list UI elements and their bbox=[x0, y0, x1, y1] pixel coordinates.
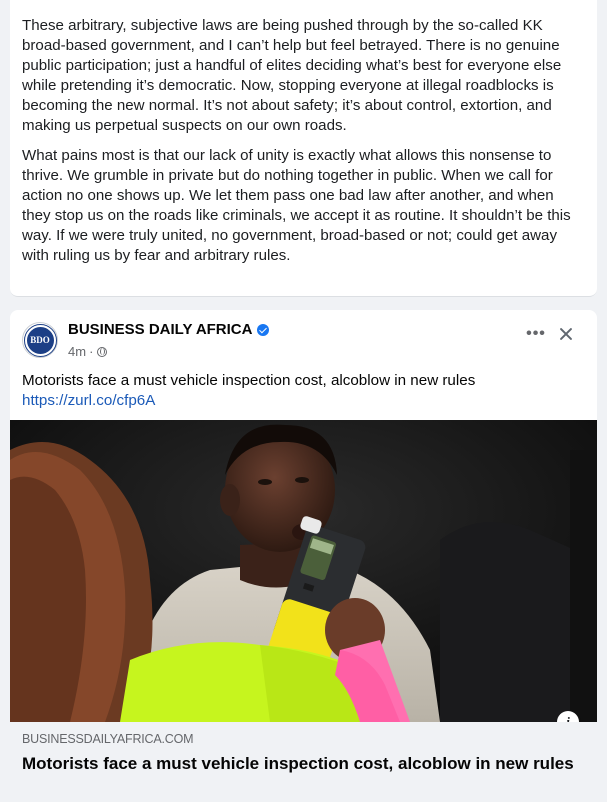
post-paragraph-2: What pains most is that our lack of unit… bbox=[22, 147, 571, 264]
link-preview[interactable]: BUSINESSDAILYAFRICA.COM Motorists face a… bbox=[10, 722, 597, 802]
globe-icon[interactable] bbox=[97, 346, 108, 357]
article-photo[interactable] bbox=[10, 420, 597, 722]
preview-headline: Motorists face a must vehicle inspection… bbox=[22, 754, 574, 773]
verified-badge-icon bbox=[257, 323, 270, 336]
page-logo: BDO bbox=[23, 323, 57, 357]
post-timestamp[interactable]: 4m bbox=[68, 344, 86, 359]
meta-separator: · bbox=[89, 344, 94, 359]
close-icon[interactable] bbox=[556, 324, 576, 344]
post-meta: 4m · bbox=[68, 344, 108, 359]
shared-post-text: Motorists face a must vehicle inspection… bbox=[22, 372, 476, 389]
shared-post-card: BDO BUSINESS DAILY AFRICA 4m · ••• Motor… bbox=[10, 310, 597, 802]
preview-domain: BUSINESSDAILYAFRICA.COM bbox=[22, 732, 194, 746]
shared-post-link[interactable]: https://zurl.co/cfp6A bbox=[22, 391, 155, 411]
post-body: These arbitrary, subjective laws are bei… bbox=[10, 0, 597, 297]
page-name-link[interactable]: BUSINESS DAILY AFRICA bbox=[68, 321, 270, 338]
breathalyzer-test-photo bbox=[10, 420, 597, 722]
page-name: BUSINESS DAILY AFRICA bbox=[68, 321, 253, 338]
page-avatar[interactable]: BDO bbox=[22, 322, 58, 358]
more-options-icon[interactable]: ••• bbox=[526, 324, 546, 344]
post-paragraph-1: These arbitrary, subjective laws are bei… bbox=[22, 17, 562, 134]
